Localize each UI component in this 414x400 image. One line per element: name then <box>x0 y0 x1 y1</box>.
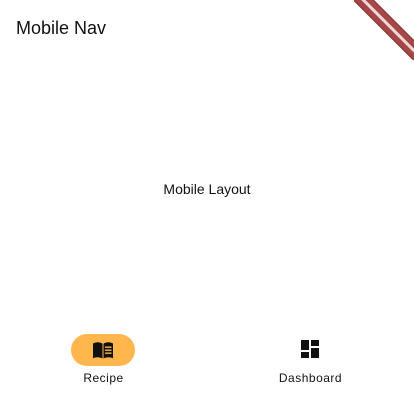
menu-book-icon <box>93 342 113 359</box>
body-text: Mobile Layout <box>163 181 251 197</box>
app-bar: Mobile Nav <box>0 0 414 56</box>
nav-item-recipe[interactable]: Recipe <box>0 321 207 400</box>
main-content: Mobile Layout <box>0 56 414 321</box>
dashboard-icon <box>301 340 319 358</box>
app-title: Mobile Nav <box>16 18 107 38</box>
nav-label-recipe: Recipe <box>83 371 124 385</box>
nav-label-dashboard: Dashboard <box>278 371 343 385</box>
bottom-navigation-bar: Recipe Dashboard <box>0 321 414 400</box>
nav-item-dashboard[interactable]: Dashboard <box>207 321 414 400</box>
